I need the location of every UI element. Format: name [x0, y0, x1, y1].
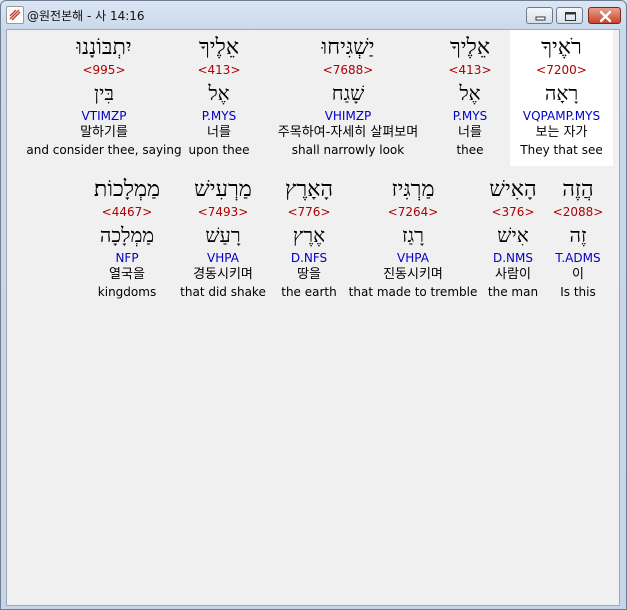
hebrew-lemma: רָעַשׁ: [205, 223, 241, 247]
word-cell[interactable]: אֵלֶיךָ <413> אֶל P.MYS 너를 thee: [432, 30, 508, 166]
interlinear-panel[interactable]: רֹאֶיךָ <7200> רָאָה VQPAMP.MYS 보는 자가 Th…: [6, 29, 620, 606]
hebrew-lemma: שָׁגַח: [331, 81, 365, 105]
hebrew-word: אֵלֶיךָ: [198, 35, 240, 60]
english-gloss: shall narrowly look: [291, 143, 405, 157]
hebrew-word: הָאִישׁ: [489, 177, 537, 202]
hebrew-lemma: רָאָה: [544, 81, 579, 105]
app-window: @원전본해 - 사 14:16 רֹאֶיךָ <7200> רָאָה VQP…: [0, 0, 627, 610]
parsing-code: P.MYS: [452, 109, 488, 123]
hebrew-lemma: אֶל: [208, 81, 230, 105]
english-gloss: that made to tremble: [348, 285, 478, 299]
app-icon[interactable]: [6, 6, 24, 24]
english-gloss: and consider thee, saying: [26, 143, 182, 157]
korean-gloss: 이: [572, 267, 584, 282]
close-button[interactable]: [588, 7, 621, 24]
korean-gloss: 경동시키며: [193, 267, 253, 282]
parsing-code: P.MYS: [201, 109, 237, 123]
hebrew-lemma: זֶה: [569, 223, 587, 247]
english-gloss: that did shake: [180, 285, 266, 299]
hebrew-lemma: רָגַז: [401, 223, 424, 247]
title-bar[interactable]: @원전본해 - 사 14:16: [1, 1, 626, 29]
minimize-icon: [535, 16, 546, 21]
korean-gloss: 주목하여-자세히 살펴보며: [277, 125, 419, 140]
strong-number[interactable]: <995>: [26, 62, 182, 78]
window-title: @원전본해 - 사 14:16: [27, 9, 145, 23]
strong-number[interactable]: <2088>: [549, 204, 607, 220]
korean-gloss: 땅을: [297, 267, 321, 282]
hebrew-word: רֹאֶיךָ: [541, 35, 582, 60]
hebrew-lemma: אִישׁ: [497, 223, 529, 247]
hebrew-word: מַרְגִּיז: [391, 177, 435, 202]
korean-gloss: 열국을: [109, 267, 145, 282]
parsing-code: D.NFS: [290, 251, 328, 265]
strong-number[interactable]: <376>: [481, 204, 545, 220]
korean-gloss: 사람이: [495, 267, 531, 282]
strong-number[interactable]: <413>: [432, 62, 508, 78]
korean-gloss: 보는 자가: [535, 125, 588, 140]
word-cell[interactable]: רֹאֶיךָ <7200> רָאָה VQPAMP.MYS 보는 자가 Th…: [510, 30, 613, 166]
word-cell[interactable]: הָאָרֶץ <776> אֶרֶץ D.NFS 땅을 the earth: [273, 172, 345, 308]
word-cell[interactable]: יִתְבּוֹנָנוּ <995> בִּין VTIMZP 말하기를 an…: [26, 30, 182, 166]
korean-gloss: 말하기를: [80, 125, 128, 140]
word-cell[interactable]: הֲזֶה <2088> זֶה T.ADMS 이 Is this: [549, 172, 607, 308]
hebrew-lemma: אֶרֶץ: [292, 223, 326, 247]
hebrew-word: הָאָרֶץ: [284, 177, 334, 202]
hebrew-word: הֲזֶה: [562, 177, 594, 202]
hebrew-word: מַמְלָכוֹת׃: [93, 177, 161, 202]
korean-gloss: 진동시키며: [383, 267, 443, 282]
hebrew-lemma: אֶל: [459, 81, 481, 105]
parsing-code: T.ADMS: [555, 251, 601, 265]
parsing-code: VQPAMP.MYS: [522, 109, 601, 123]
strong-number[interactable]: <7688>: [257, 62, 439, 78]
strong-number[interactable]: <7493>: [175, 204, 271, 220]
hebrew-word: אֵלֶיךָ: [449, 35, 491, 60]
parsing-code: NFP: [115, 251, 139, 265]
word-cell[interactable]: מַמְלָכוֹת׃ <4467> מַמְלָכָה NFP 열국을 kin…: [81, 172, 173, 308]
strong-number[interactable]: <776>: [273, 204, 345, 220]
hebrew-lemma: מַמְלָכָה: [99, 223, 155, 247]
word-cell[interactable]: מַרְעִישׁ <7493> רָעַשׁ VHPA 경동시키며 that …: [175, 172, 271, 308]
parsing-code: VHIMZP: [324, 109, 372, 123]
hebrew-word: יַשְׁגִּיחוּ: [321, 35, 375, 60]
strong-number[interactable]: <4467>: [81, 204, 173, 220]
parsing-code: VTIMZP: [81, 109, 127, 123]
word-cell[interactable]: אֵלֶיךָ <413> אֶל P.MYS 너를 upon thee: [180, 30, 258, 166]
word-cell[interactable]: מַרְגִּיז <7264> רָגַז VHPA 진동시키며 that m…: [347, 172, 479, 308]
maximize-button[interactable]: [556, 7, 583, 24]
hebrew-word: יִתְבּוֹנָנוּ: [76, 35, 132, 60]
strong-number[interactable]: <413>: [180, 62, 258, 78]
english-gloss: thee: [456, 143, 484, 157]
english-gloss: the earth: [281, 285, 337, 299]
parsing-code: D.NMS: [492, 251, 533, 265]
parsing-code: VHPA: [207, 251, 239, 265]
strong-number[interactable]: <7264>: [347, 204, 479, 220]
word-cell[interactable]: הָאִישׁ <376> אִישׁ D.NMS 사람이 the man: [481, 172, 545, 308]
strong-number[interactable]: <7200>: [510, 62, 613, 78]
korean-gloss: 너를: [207, 125, 231, 140]
word-cell[interactable]: יַשְׁגִּיחוּ <7688> שָׁגַח VHIMZP 주목하여-자…: [257, 30, 439, 166]
parsing-code: VHPA: [397, 251, 429, 265]
hebrew-word: מַרְעִישׁ: [194, 177, 252, 202]
english-gloss: They that see: [520, 143, 603, 157]
english-gloss: kingdoms: [97, 285, 157, 299]
close-icon: [599, 10, 612, 23]
maximize-icon: [565, 12, 576, 21]
english-gloss: Is this: [560, 285, 596, 299]
english-gloss: upon thee: [188, 143, 250, 157]
minimize-button[interactable]: [526, 7, 553, 24]
korean-gloss: 너를: [458, 125, 482, 140]
english-gloss: the man: [487, 285, 539, 299]
hebrew-lemma: בִּין: [94, 81, 114, 105]
